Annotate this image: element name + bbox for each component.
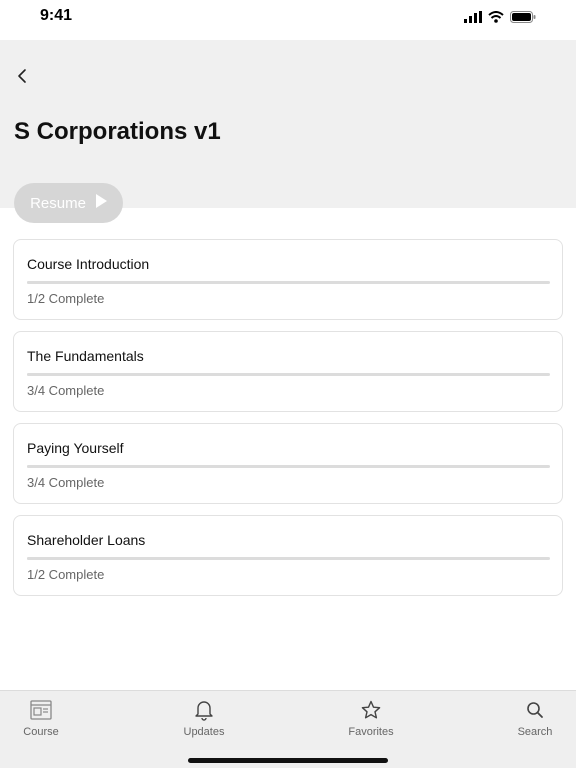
progress-bar [27, 557, 550, 560]
lesson-title: Paying Yourself [27, 440, 124, 456]
chevron-left-icon [17, 68, 27, 89]
wifi-icon [488, 10, 504, 28]
battery-icon [510, 10, 536, 28]
home-indicator [188, 758, 388, 763]
lesson-card-paying-yourself[interactable]: Paying Yourself 3/4 Complete [13, 423, 563, 504]
lesson-card-the-fundamentals[interactable]: The Fundamentals 3/4 Complete [13, 331, 563, 412]
course-icon [30, 699, 52, 721]
lesson-card-course-introduction[interactable]: Course Introduction 1/2 Complete [13, 239, 563, 320]
tab-label: Course [23, 726, 59, 738]
star-icon [361, 699, 381, 721]
tab-bar: Course Updates Favorites Search [0, 690, 576, 768]
tab-search[interactable]: Search [495, 699, 575, 738]
resume-label: Resume [30, 194, 86, 212]
lesson-status: 3/4 Complete [27, 383, 105, 398]
tab-label: Updates [183, 726, 225, 738]
lesson-list: Course Introduction 1/2 Complete The Fun… [13, 239, 563, 607]
tab-label: Favorites [348, 726, 394, 738]
lesson-card-shareholder-loans[interactable]: Shareholder Loans 1/2 Complete [13, 515, 563, 596]
progress-bar [27, 465, 550, 468]
tab-favorites[interactable]: Favorites [331, 699, 411, 738]
search-icon [526, 699, 544, 721]
back-button[interactable] [10, 66, 34, 90]
status-time: 9:41 [40, 7, 73, 24]
status-icons [464, 10, 536, 28]
status-bar: 9:41 [0, 0, 576, 40]
progress-bar [27, 373, 550, 376]
progress-bar [27, 281, 550, 284]
lesson-status: 3/4 Complete [27, 475, 105, 490]
tab-updates[interactable]: Updates [164, 699, 244, 738]
lesson-title: Course Introduction [27, 256, 150, 272]
tab-course[interactable]: Course [1, 699, 81, 738]
bell-icon [194, 699, 214, 721]
signal-icon [464, 10, 482, 28]
play-icon [95, 194, 107, 212]
lesson-status: 1/2 Complete [27, 291, 105, 306]
page-title: S Corporations v1 [14, 118, 221, 145]
lesson-title: The Fundamentals [27, 348, 144, 364]
resume-button[interactable]: Resume [14, 183, 123, 223]
lesson-title: Shareholder Loans [27, 532, 146, 548]
lesson-status: 1/2 Complete [27, 567, 105, 582]
tab-label: Search [517, 726, 553, 738]
